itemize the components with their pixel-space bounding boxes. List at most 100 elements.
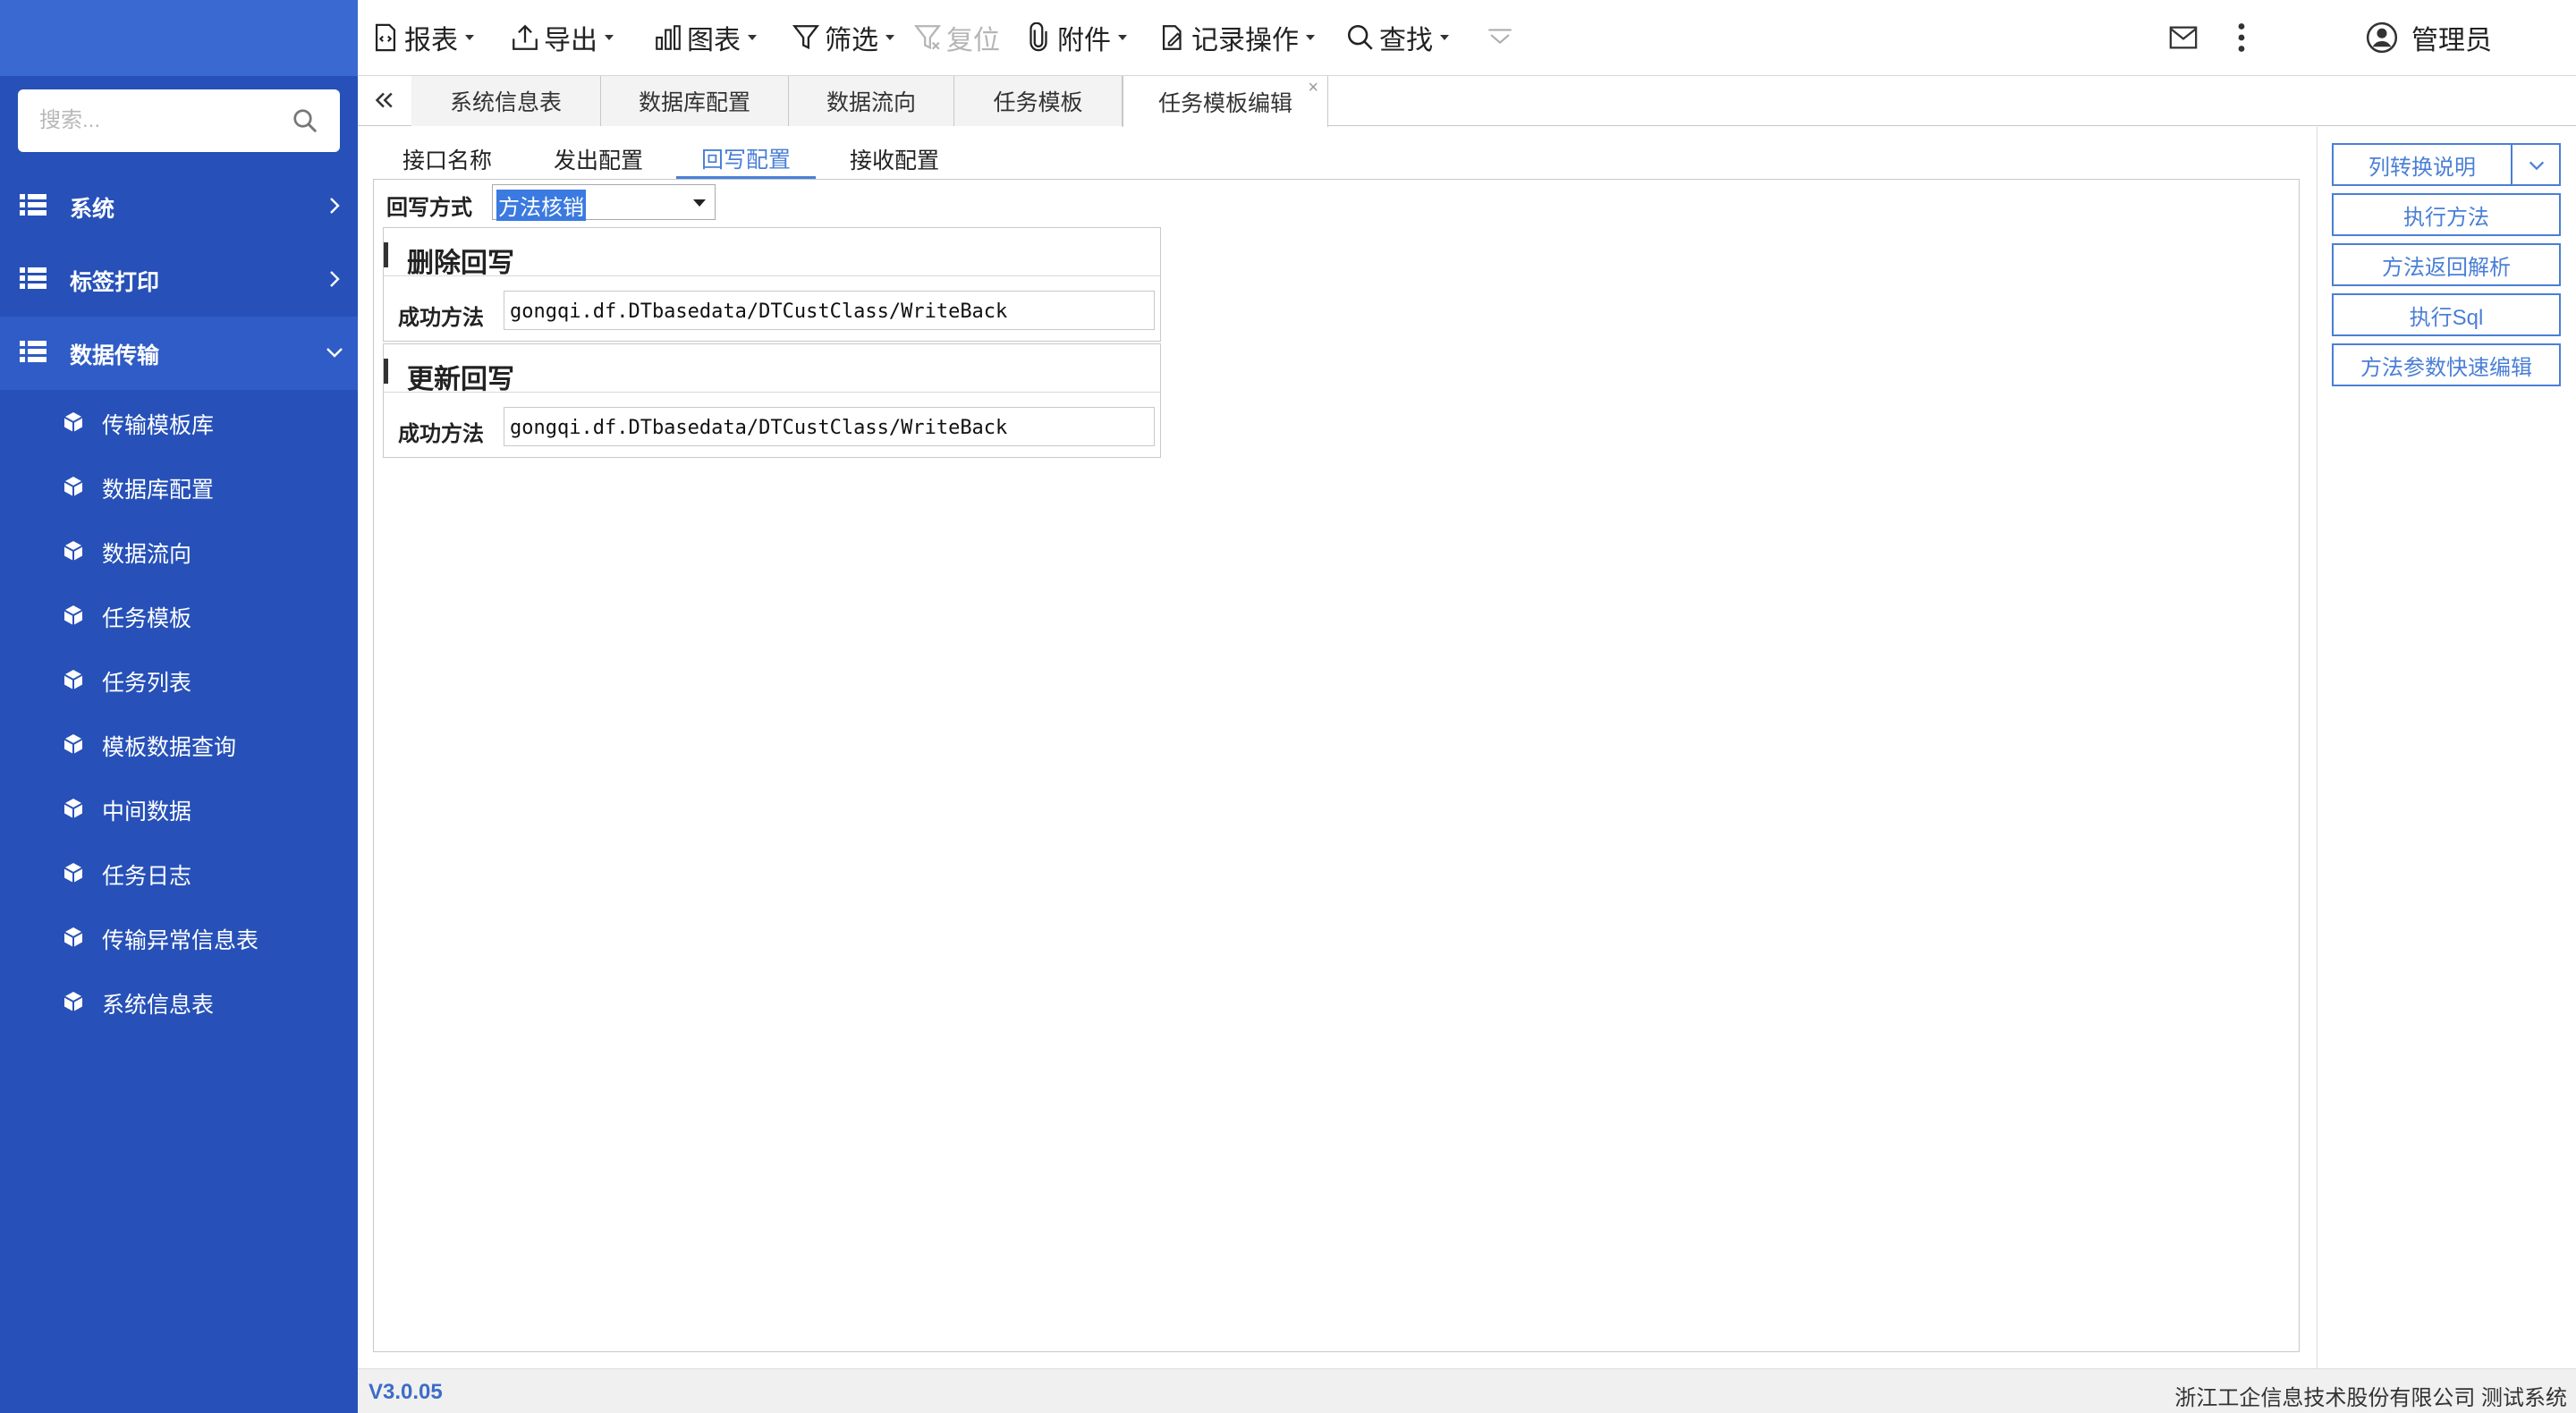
sidebar-item-transfer-error-table[interactable]: 传输异常信息表 xyxy=(0,905,358,969)
column-convert-dropdown[interactable] xyxy=(2511,143,2561,186)
sidebar-item-transfer-template-library[interactable]: 传输模板库 xyxy=(0,390,358,454)
sidebar-group-label: 数据传输 xyxy=(70,343,160,368)
action-panel: 列转换说明 执行方法 方法返回解析 执行Sql 方法参数快速编辑 xyxy=(2317,127,2576,1368)
tab-label: 任务模板 xyxy=(993,90,1083,115)
chevron-down-icon xyxy=(326,348,343,358)
edit-doc-icon xyxy=(1162,25,1182,50)
sidebar-item-label: 中间数据 xyxy=(102,800,192,825)
tab-data-flow[interactable]: 数据流向 xyxy=(789,76,954,126)
subtab-receive-config[interactable]: 接收配置 xyxy=(837,140,952,179)
quick-edit-params-button[interactable]: 方法参数快速编辑 xyxy=(2332,343,2561,386)
sidebar-search xyxy=(18,89,340,152)
subtab-interface-name[interactable]: 接口名称 xyxy=(394,140,501,179)
subtab-label: 接收配置 xyxy=(849,148,939,173)
bar-chart-icon xyxy=(656,25,681,50)
cube-icon xyxy=(64,412,83,432)
sidebar-item-task-log[interactable]: 任务日志 xyxy=(0,841,358,905)
chevron-right-icon xyxy=(330,271,340,287)
find-label: 查找 xyxy=(1379,26,1433,55)
user-menu[interactable]: 管理员 xyxy=(2365,16,2492,59)
chevron-right-icon xyxy=(330,198,340,214)
report-label: 报表 xyxy=(404,26,458,55)
update-writeback-section: 更新回写 成功方法 gongqi.df.DTbasedata/DTCustCla… xyxy=(383,343,1161,458)
attachment-button[interactable]: 附件 xyxy=(1023,16,1127,59)
cube-icon xyxy=(64,863,83,883)
export-label: 导出 xyxy=(544,26,597,55)
report-button[interactable]: 报表 xyxy=(370,16,474,59)
chart-button[interactable]: 图表 xyxy=(653,16,757,59)
sidebar-item-label: 任务日志 xyxy=(102,864,192,889)
sidebar-group-system[interactable]: 系统 xyxy=(0,170,358,243)
sidebar-item-template-data-query[interactable]: 模板数据查询 xyxy=(0,712,358,776)
sidebar-group-label: 标签打印 xyxy=(70,270,160,295)
cube-icon xyxy=(64,477,83,496)
record-ops-button[interactable]: 记录操作 xyxy=(1157,16,1315,59)
export-button[interactable]: 导出 xyxy=(510,16,614,59)
more-tools-button[interactable] xyxy=(1485,16,1519,59)
subtab-send-config[interactable]: 发出配置 xyxy=(542,140,655,179)
search-icon[interactable] xyxy=(292,107,318,134)
subtab-label: 发出配置 xyxy=(553,148,643,173)
sidebar-item-task-list[interactable]: 任务列表 xyxy=(0,647,358,712)
company-label: 浙江工企信息技术股份有限公司 测试系统 xyxy=(2174,1386,2567,1410)
sidebar-group-label: 系统 xyxy=(70,197,115,222)
execute-sql-button[interactable]: 执行Sql xyxy=(2332,293,2561,336)
reset-button[interactable]: 复位 xyxy=(912,16,1000,59)
double-chevron-left-icon[interactable] xyxy=(370,87,397,114)
section-bar xyxy=(384,359,388,384)
reset-label: 复位 xyxy=(946,26,1000,55)
sidebar-item-label: 传输异常信息表 xyxy=(102,928,259,953)
section-title: 删除回写 xyxy=(407,249,514,278)
sidebar-item-data-flow[interactable]: 数据流向 xyxy=(0,519,358,583)
tab-database-config[interactable]: 数据库配置 xyxy=(601,76,789,126)
sidebar-item-label: 数据流向 xyxy=(102,542,192,567)
more-vertical-icon xyxy=(2238,23,2245,52)
cube-icon xyxy=(64,992,83,1011)
tab-task-template[interactable]: 任务模板 xyxy=(954,76,1123,126)
status-bar: V3.0.05 浙江工企信息技术股份有限公司 测试系统 xyxy=(358,1368,2576,1413)
column-convert-button[interactable]: 列转换说明 xyxy=(2332,143,2512,186)
list-icon xyxy=(20,194,47,216)
section-header: 删除回写 xyxy=(384,228,1160,278)
sidebar-item-system-info-table[interactable]: 系统信息表 xyxy=(0,969,358,1034)
tab-task-template-edit[interactable]: 任务模板编辑 × xyxy=(1123,76,1328,127)
section-bar xyxy=(384,242,388,267)
execute-method-button[interactable]: 执行方法 xyxy=(2332,193,2561,236)
cube-icon xyxy=(64,927,83,947)
cube-icon xyxy=(64,670,83,690)
sidebar-item-database-config[interactable]: 数据库配置 xyxy=(0,454,358,519)
tab-bar: 系统信息表 数据库配置 数据流向 任务模板 任务模板编辑 × xyxy=(358,76,2576,127)
subtab-writeback-config[interactable]: 回写配置 xyxy=(676,140,816,179)
find-button[interactable]: 查找 xyxy=(1345,16,1449,59)
paperclip-icon xyxy=(1030,22,1047,52)
mail-icon xyxy=(2169,26,2198,49)
export-icon xyxy=(513,24,538,50)
attachment-label: 附件 xyxy=(1057,26,1111,55)
version-label: V3.0.05 xyxy=(369,1380,443,1404)
success-method-field[interactable]: gongqi.df.DTbasedata/DTCustClass/WriteBa… xyxy=(504,407,1155,446)
sidebar-item-task-template[interactable]: 任务模板 xyxy=(0,583,358,647)
tab-label: 数据库配置 xyxy=(638,90,750,115)
success-method-field[interactable]: gongqi.df.DTbasedata/DTCustClass/WriteBa… xyxy=(504,291,1155,330)
cube-icon xyxy=(64,541,83,561)
close-icon[interactable]: × xyxy=(1308,78,1318,98)
list-icon xyxy=(20,267,47,289)
search-icon xyxy=(1347,24,1373,50)
sidebar-group-data-transfer[interactable]: 数据传输 xyxy=(0,317,358,390)
writeback-mode-label: 回写方式 xyxy=(386,196,472,220)
sidebar-group-label-print[interactable]: 标签打印 xyxy=(0,243,358,317)
mail-button[interactable] xyxy=(2166,16,2200,59)
parse-return-button[interactable]: 方法返回解析 xyxy=(2332,243,2561,286)
filter-button[interactable]: 筛选 xyxy=(791,16,894,59)
writeback-mode-value: 方法核销 xyxy=(496,190,586,221)
filter-clear-icon xyxy=(913,25,942,50)
writeback-mode-select[interactable]: 方法核销 xyxy=(492,184,716,221)
sidebar-item-intermediate-data[interactable]: 中间数据 xyxy=(0,776,358,841)
search-input[interactable] xyxy=(39,102,290,140)
user-name: 管理员 xyxy=(2411,26,2492,55)
sidebar-item-label: 任务模板 xyxy=(102,606,192,631)
tab-system-info-table[interactable]: 系统信息表 xyxy=(411,76,601,126)
more-button[interactable] xyxy=(2236,16,2247,59)
success-method-label: 成功方法 xyxy=(398,422,484,446)
report-icon xyxy=(375,23,396,52)
